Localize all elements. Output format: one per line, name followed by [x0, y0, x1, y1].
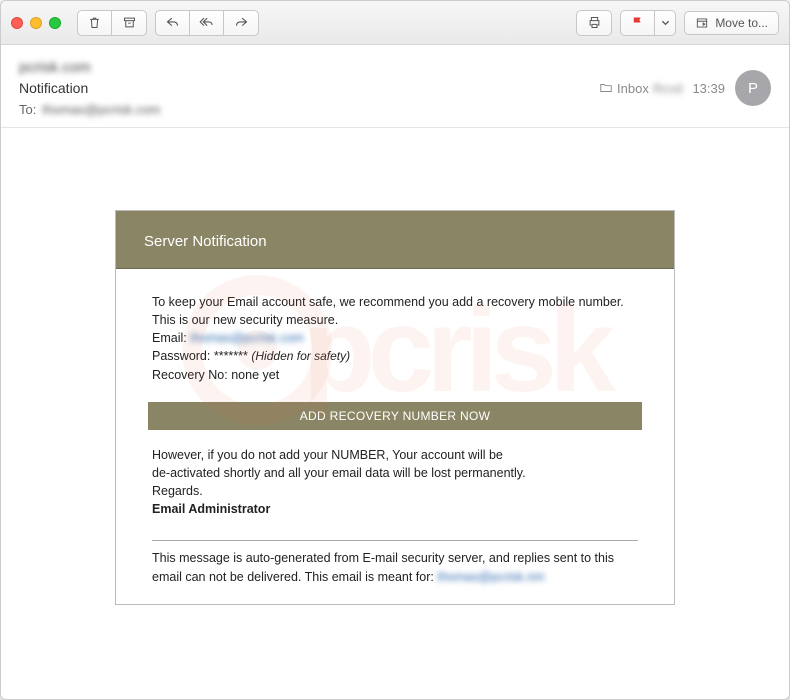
recovery-value: none yet [231, 368, 279, 382]
delete-button[interactable] [78, 11, 112, 35]
move-to-icon [695, 16, 709, 30]
sender-avatar: P [735, 70, 771, 106]
folder-icon [599, 81, 613, 95]
card-header: Server Notification [116, 211, 674, 269]
footnote: This message is auto-generated from E-ma… [152, 549, 638, 593]
footer-divider [152, 540, 638, 541]
reply-icon [165, 15, 180, 30]
move-to-label: Move to... [715, 16, 768, 30]
to-address: thomas@pcrisk.com [42, 102, 160, 117]
warn-line-1: However, if you do not add your NUMBER, … [152, 446, 638, 464]
archive-button[interactable] [112, 11, 146, 35]
cta-label: ADD RECOVERY NUMBER NOW [300, 409, 490, 423]
titlebar: Move to... [1, 1, 789, 45]
mailbox-label: Inbox [617, 81, 649, 96]
warn-line-2: de-activated shortly and all your email … [152, 464, 638, 482]
message-body: Server Notification To keep your Email a… [1, 128, 789, 698]
close-window-button[interactable] [11, 17, 23, 29]
print-button[interactable] [577, 11, 611, 35]
regards-line: Regards. [152, 482, 638, 500]
zoom-window-button[interactable] [49, 17, 61, 29]
footnote-email: thomas@pcrisk.nm [437, 570, 544, 584]
signature: Email Administrator [152, 500, 638, 518]
chevron-down-icon [658, 15, 673, 30]
to-label: To: [19, 102, 36, 117]
forward-button[interactable] [224, 11, 258, 35]
avatar-initial: P [748, 80, 758, 97]
delete-group [77, 10, 147, 36]
intro-line-2: This is our new security measure. [152, 311, 638, 329]
subject-line: Notification [19, 80, 599, 96]
card-heading: Server Notification [144, 233, 646, 250]
message-header: pcrisk.com Notification To: thomas@pcris… [1, 45, 789, 128]
trash-icon [87, 15, 102, 30]
sender-name: pcrisk.com [19, 59, 599, 76]
recovery-label: Recovery No: [152, 368, 228, 382]
add-recovery-button[interactable]: ADD RECOVERY NUMBER NOW [148, 402, 642, 430]
mailbox-indicator[interactable]: Inbox Rcvd [599, 81, 682, 96]
password-value: ******* [214, 349, 248, 363]
intro-line-1: To keep your Email account safe, we reco… [152, 293, 638, 311]
archive-icon [122, 15, 137, 30]
reply-button[interactable] [156, 11, 190, 35]
window-controls [11, 17, 61, 29]
nav-group [155, 10, 259, 36]
mailbox-extra: Rcvd [653, 81, 683, 96]
email-value: thomas@pcrisk.com [190, 331, 303, 345]
mail-window: Move to... pcrisk.com Notification To: t… [0, 0, 790, 700]
reply-all-icon [199, 15, 214, 30]
to-line: To: thomas@pcrisk.com [19, 102, 599, 117]
flag-menu-button[interactable] [655, 11, 675, 35]
forward-icon [234, 15, 249, 30]
email-label: Email: [152, 331, 187, 345]
flag-group [620, 10, 676, 36]
reply-all-button[interactable] [190, 11, 224, 35]
print-group [576, 10, 612, 36]
printer-icon [587, 15, 602, 30]
password-label: Password: [152, 349, 210, 363]
received-time: 13:39 [692, 81, 725, 96]
minimize-window-button[interactable] [30, 17, 42, 29]
flag-icon [630, 15, 645, 30]
move-to-button[interactable]: Move to... [684, 11, 779, 35]
email-content-card: Server Notification To keep your Email a… [115, 210, 675, 605]
password-note: (Hidden for safety) [251, 349, 350, 363]
flag-button[interactable] [621, 11, 655, 35]
